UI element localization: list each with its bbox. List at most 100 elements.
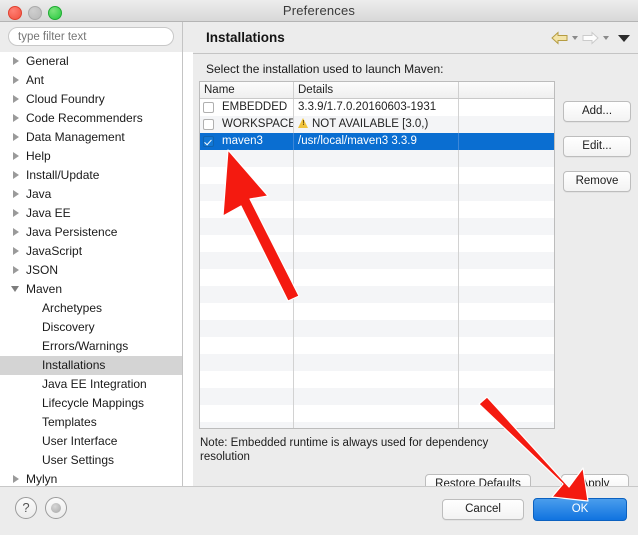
sidebar-item-data-management[interactable]: Data Management bbox=[0, 128, 182, 147]
preferences-tree[interactable]: General Ant Cloud Foundry Code Recommenders… bbox=[0, 52, 183, 486]
sidebar-item-lifecycle-mappings[interactable]: Lifecycle Mappings bbox=[0, 394, 182, 413]
sidebar-item-archetypes[interactable]: Archetypes bbox=[0, 299, 182, 318]
sidebar-item-label: Data Management bbox=[26, 130, 125, 144]
sidebar-item-label: JSON bbox=[26, 263, 59, 277]
remove-button[interactable]: Remove bbox=[563, 171, 631, 192]
oomph-record-icon[interactable] bbox=[45, 497, 67, 519]
column-header-details[interactable]: Details bbox=[294, 82, 459, 98]
table-row[interactable]: maven3/usr/local/maven3 3.3.9 bbox=[200, 133, 554, 150]
sidebar-item-user-settings[interactable]: User Settings bbox=[0, 451, 182, 470]
cell-details bbox=[294, 337, 459, 354]
sidebar-item-java[interactable]: Java bbox=[0, 185, 182, 204]
chevron-down-icon[interactable] bbox=[11, 286, 19, 292]
forward-arrow-icon bbox=[582, 31, 599, 45]
cancel-button[interactable]: Cancel bbox=[442, 499, 524, 520]
installations-table[interactable]: Name Details EMBEDDED 3.3.9/1.7.0.2016060… bbox=[199, 81, 555, 429]
sidebar-item-maven[interactable]: Maven bbox=[0, 280, 182, 299]
cell-details bbox=[294, 184, 459, 201]
chevron-right-icon[interactable] bbox=[13, 114, 19, 122]
sidebar-item-installations[interactable]: Installations bbox=[0, 356, 182, 375]
cell-name bbox=[200, 405, 294, 422]
chevron-right-icon[interactable] bbox=[13, 57, 19, 65]
sidebar-item-label: JavaScript bbox=[26, 244, 83, 258]
sidebar-item-user-interface[interactable]: User Interface bbox=[0, 432, 182, 451]
back-history-chevron-down-icon[interactable] bbox=[572, 36, 578, 40]
sidebar-item-cloud-foundry[interactable]: Cloud Foundry bbox=[0, 90, 182, 109]
installation-details: NOT AVAILABLE [3.0,) bbox=[312, 118, 429, 130]
column-header-blank[interactable] bbox=[459, 82, 554, 98]
cell-blank bbox=[459, 286, 554, 303]
sidebar-item-discovery[interactable]: Discovery bbox=[0, 318, 182, 337]
chevron-right-icon[interactable] bbox=[13, 247, 19, 255]
chevron-right-icon[interactable] bbox=[13, 171, 19, 179]
chevron-right-icon[interactable] bbox=[13, 95, 19, 103]
cell-blank bbox=[459, 116, 554, 133]
sidebar-item-ant[interactable]: Ant bbox=[0, 71, 182, 90]
cell-name bbox=[200, 167, 294, 184]
sidebar-item-help[interactable]: Help bbox=[0, 147, 182, 166]
sidebar-item-label: Cloud Foundry bbox=[26, 92, 105, 106]
sidebar-item-code-recommenders[interactable]: Code Recommenders bbox=[0, 109, 182, 128]
back-arrow-icon[interactable] bbox=[551, 31, 568, 45]
checkbox-unchecked[interactable] bbox=[203, 102, 214, 113]
table-row-empty bbox=[200, 150, 554, 167]
sidebar-item-label: User Interface bbox=[42, 434, 118, 448]
sidebar-item-label: Java bbox=[26, 187, 52, 201]
cell-blank bbox=[459, 99, 554, 116]
sidebar-item-label: Java EE bbox=[26, 206, 71, 220]
table-header-row: Name Details bbox=[200, 82, 554, 99]
forward-history-chevron-down-icon[interactable] bbox=[603, 36, 609, 40]
ok-button[interactable]: OK bbox=[533, 498, 627, 521]
table-row[interactable]: EMBEDDED 3.3.9/1.7.0.20160603-1931 bbox=[200, 99, 554, 116]
table-row-empty bbox=[200, 388, 554, 405]
cell-details: 3.3.9/1.7.0.20160603-1931 bbox=[294, 99, 459, 116]
edit-button[interactable]: Edit... bbox=[563, 136, 631, 157]
sidebar-item-general[interactable]: General bbox=[0, 52, 182, 71]
chevron-right-icon[interactable] bbox=[13, 209, 19, 217]
chevron-right-icon[interactable] bbox=[13, 152, 19, 160]
sidebar-item-mylyn[interactable]: Mylyn bbox=[0, 470, 182, 486]
chevron-right-icon[interactable] bbox=[13, 133, 19, 141]
sidebar-item-errors-warnings[interactable]: Errors/Warnings bbox=[0, 337, 182, 356]
cell-blank bbox=[459, 252, 554, 269]
cell-blank bbox=[459, 184, 554, 201]
sidebar-item-templates[interactable]: Templates bbox=[0, 413, 182, 432]
window-title: Preferences bbox=[282, 3, 356, 18]
view-menu-chevron-down-icon[interactable] bbox=[618, 34, 630, 42]
search-input[interactable] bbox=[8, 27, 174, 46]
sidebar-item-java-ee[interactable]: Java EE bbox=[0, 204, 182, 223]
help-question-icon[interactable]: ? bbox=[15, 497, 37, 519]
sidebar-divider bbox=[182, 22, 183, 486]
column-header-name[interactable]: Name bbox=[200, 82, 294, 98]
cell-details bbox=[294, 235, 459, 252]
cell-blank bbox=[459, 354, 554, 371]
sidebar-item-java-ee-integration[interactable]: Java EE Integration bbox=[0, 375, 182, 394]
installation-details: /usr/local/maven3 3.3.9 bbox=[298, 135, 417, 147]
sidebar-item-javascript[interactable]: JavaScript bbox=[0, 242, 182, 261]
cell-details bbox=[294, 167, 459, 184]
sidebar-item-label: General bbox=[26, 54, 69, 68]
cell-details: /usr/local/maven3 3.3.9 bbox=[294, 133, 459, 150]
cell-name: WORKSPACE bbox=[200, 116, 294, 133]
cell-details bbox=[294, 405, 459, 422]
checkbox-checked[interactable] bbox=[203, 136, 214, 147]
chevron-right-icon[interactable] bbox=[13, 76, 19, 84]
cell-name bbox=[200, 388, 294, 405]
cell-details: NOT AVAILABLE [3.0,) bbox=[294, 116, 459, 133]
cell-name bbox=[200, 422, 294, 428]
chevron-right-icon[interactable] bbox=[13, 228, 19, 236]
table-row[interactable]: WORKSPACE NOT AVAILABLE [3.0,) bbox=[200, 116, 554, 133]
add-button[interactable]: Add... bbox=[563, 101, 631, 122]
cell-details bbox=[294, 218, 459, 235]
sidebar-item-json[interactable]: JSON bbox=[0, 261, 182, 280]
cell-details bbox=[294, 354, 459, 371]
chevron-right-icon[interactable] bbox=[13, 266, 19, 274]
checkbox-unchecked[interactable] bbox=[203, 119, 214, 130]
sidebar-item-java-persistence[interactable]: Java Persistence bbox=[0, 223, 182, 242]
chevron-right-icon[interactable] bbox=[13, 475, 19, 483]
sidebar-item-label: Install/Update bbox=[26, 168, 100, 182]
chevron-right-icon[interactable] bbox=[13, 190, 19, 198]
page-title: Installations bbox=[206, 30, 285, 45]
sidebar-item-install-update[interactable]: Install/Update bbox=[0, 166, 182, 185]
installation-name: EMBEDDED bbox=[222, 101, 288, 113]
